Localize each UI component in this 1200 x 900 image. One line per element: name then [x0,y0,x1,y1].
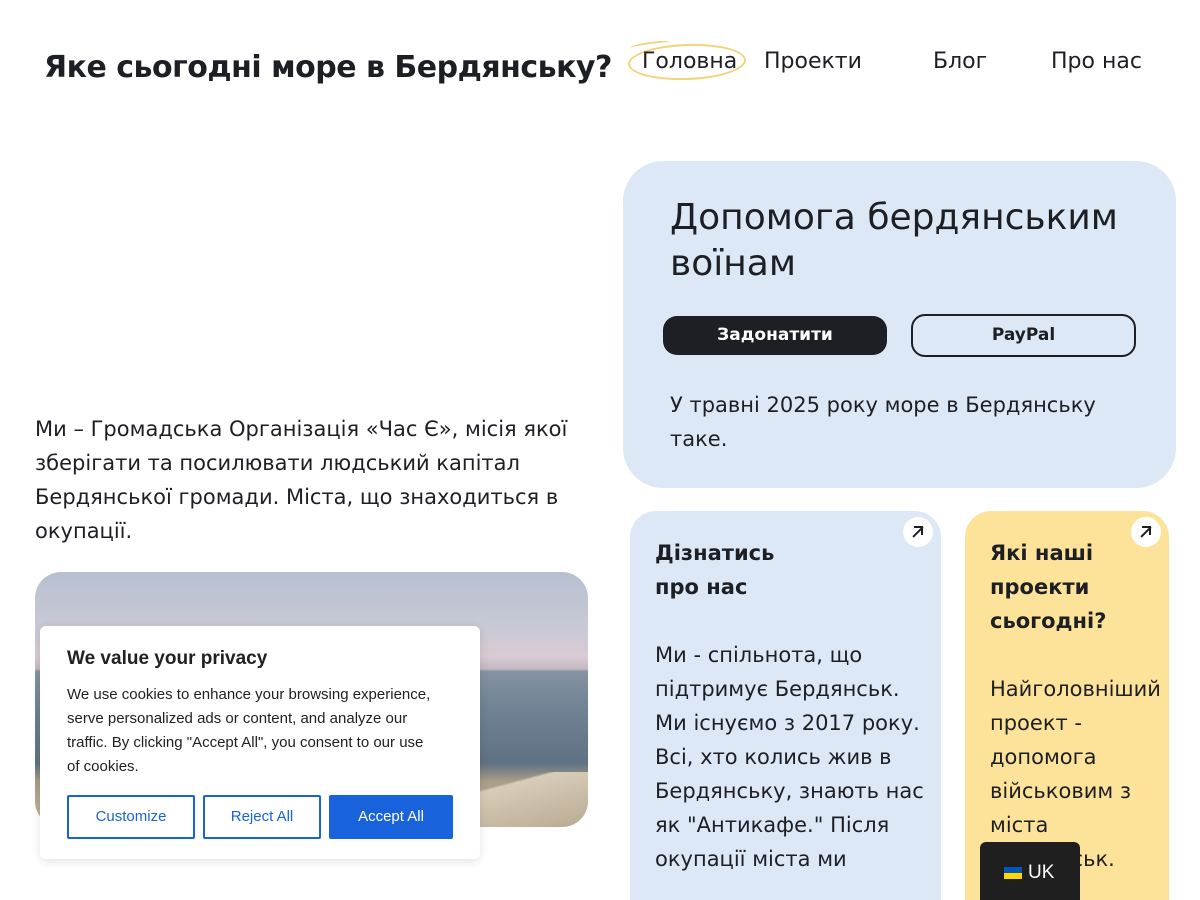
cookie-banner-text: We use cookies to enhance your browsing … [67,686,431,775]
ukraine-flag-icon [1004,867,1022,879]
about-card[interactable]: Дізнатись про нас Ми - спільнота, що під… [630,511,941,900]
paypal-button[interactable]: PayPal [911,314,1136,357]
customize-button[interactable]: Customize [67,795,195,839]
about-card-text: Ми - спільнота, що підтримує Бердянськ. … [655,643,924,871]
help-card-text: У травні 2025 року море в Бердянську так… [670,393,1096,451]
intro-text: Ми – Громадська Організація «Час Є», міс… [35,417,568,543]
help-card: Допомога бердянським воїнам Задонатити P… [623,161,1176,488]
about-card-title: Дізнатись про нас [655,536,774,604]
help-card-title: Допомога бердянським воїнам [670,197,1118,284]
arrow-up-right-icon[interactable] [903,517,933,547]
accept-all-button[interactable]: Accept All [329,795,453,839]
nav-item-home[interactable]: Головна [642,49,737,74]
cookie-banner-title: We value your privacy [67,648,268,669]
about-card-title-line2: про нас [655,575,748,599]
main-nav: Головна Проекти Блог Про нас [627,39,1170,83]
site-title[interactable]: Яке сьогодні море в Бердянську? [44,50,612,85]
nav-item-projects[interactable]: Проекти [764,49,862,74]
donate-button[interactable]: Задонатити [663,316,887,355]
nav-item-blog[interactable]: Блог [933,49,987,74]
reject-all-button[interactable]: Reject All [203,795,321,839]
language-switcher[interactable]: UK [980,842,1080,900]
cookie-consent-banner: We value your privacy We use cookies to … [40,626,480,859]
about-card-title-line1: Дізнатись [655,541,775,565]
nav-item-about[interactable]: Про нас [1051,49,1142,74]
projects-card-title: Які наші проекти сьогодні? [990,541,1107,633]
language-label: UK [1028,862,1055,883]
